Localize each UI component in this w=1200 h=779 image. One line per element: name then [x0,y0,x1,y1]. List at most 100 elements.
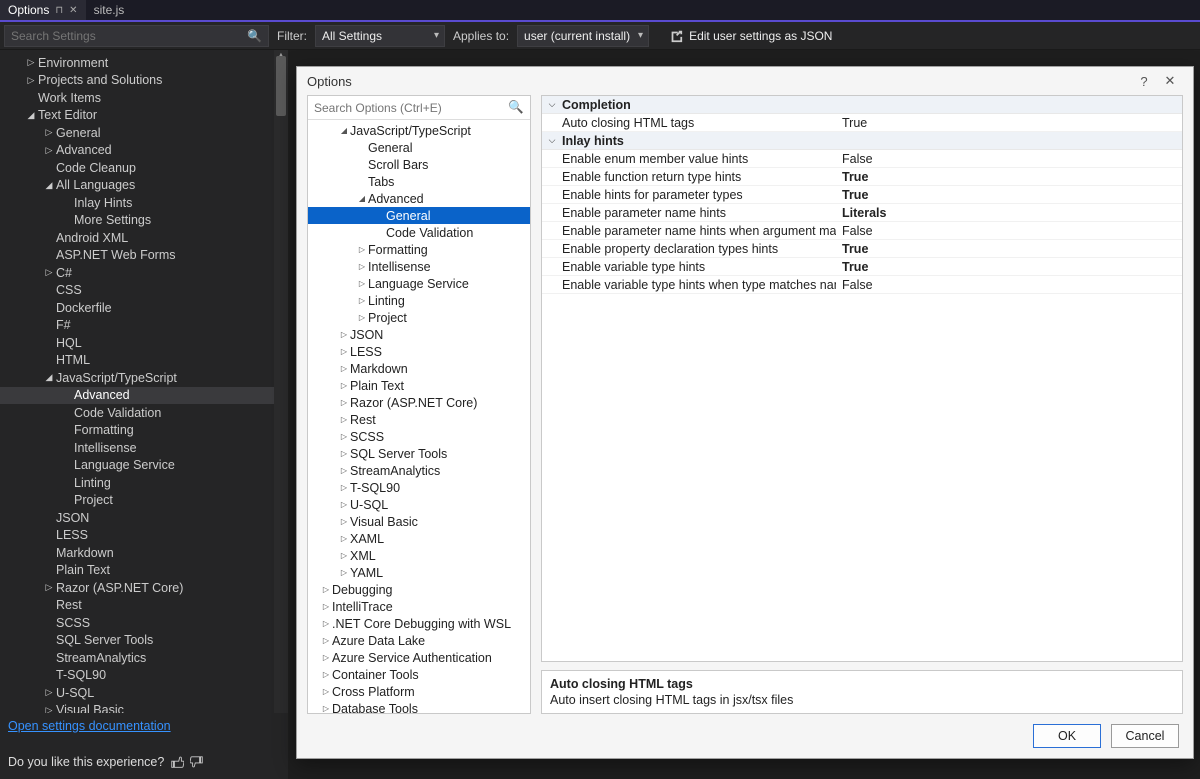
sidebar-item[interactable]: SCSS [0,614,274,632]
dialog-tree-item[interactable]: Scroll Bars [308,156,530,173]
dialog-tree-item[interactable]: ◢Advanced [308,190,530,207]
expander-icon[interactable]: ▷ [338,466,350,475]
dialog-tree-item[interactable]: ▷Plain Text [308,377,530,394]
dialog-tree-item[interactable]: General [308,207,530,224]
expander-icon[interactable]: ▷ [338,398,350,407]
expander-icon[interactable]: ▷ [356,245,368,254]
scroll-thumb[interactable] [276,56,286,116]
tab-sitejs[interactable]: site.js [86,0,133,20]
sidebar-item[interactable]: ◢Text Editor [0,107,274,125]
property-row[interactable]: Enable hints for parameter typesTrue [542,186,1182,204]
close-icon[interactable]: ✕ [69,5,77,16]
expander-icon[interactable]: ◢ [338,126,350,135]
sidebar-item[interactable]: CSS [0,282,274,300]
dialog-tree-item[interactable]: ▷LESS [308,343,530,360]
sidebar-item[interactable]: Dockerfile [0,299,274,317]
expander-icon[interactable]: ▷ [338,347,350,356]
help-button[interactable]: ? [1131,74,1157,89]
property-value[interactable]: True [836,116,1182,130]
dialog-tree-item[interactable]: ▷SQL Server Tools [308,445,530,462]
sidebar-item[interactable]: JSON [0,509,274,527]
close-button[interactable]: ✕ [1157,73,1183,89]
property-row[interactable]: Enable property declaration types hintsT… [542,240,1182,258]
sidebar-item[interactable]: ASP.NET Web Forms [0,247,274,265]
expander-icon[interactable]: ▷ [42,267,56,278]
sidebar-item[interactable]: StreamAnalytics [0,649,274,667]
dialog-tree-item[interactable]: Tabs [308,173,530,190]
sidebar-item[interactable]: T-SQL90 [0,667,274,685]
dialog-tree-item[interactable]: ▷Visual Basic [308,513,530,530]
expander-icon[interactable]: ▷ [320,653,332,662]
expander-icon[interactable]: ▷ [338,330,350,339]
expander-icon[interactable]: ▷ [320,636,332,645]
sidebar-item[interactable]: Code Cleanup [0,159,274,177]
edit-json-link[interactable]: Edit user settings as JSON [669,29,832,43]
sidebar-item[interactable]: ▷C# [0,264,274,282]
dialog-tree-item[interactable]: ▷Formatting [308,241,530,258]
dialog-tree-item[interactable]: ▷Intellisense [308,258,530,275]
dialog-tree-item[interactable]: ◢JavaScript/TypeScript [308,122,530,139]
expander-icon[interactable]: ▷ [42,127,56,138]
sidebar-item[interactable]: F# [0,317,274,335]
dialog-tree-item[interactable]: General [308,139,530,156]
dialog-tree-item[interactable]: ▷Debugging [308,581,530,598]
expander-icon[interactable]: ▷ [356,279,368,288]
sidebar-item[interactable]: ▷Environment [0,54,274,72]
dialog-tree-item[interactable]: ▷Linting [308,292,530,309]
dialog-tree-item[interactable]: ▷Language Service [308,275,530,292]
property-grid[interactable]: ⌵CompletionAuto closing HTML tagsTrue⌵In… [541,95,1183,662]
dialog-tree-item[interactable]: ▷Project [308,309,530,326]
dialog-tree-item[interactable]: ▷T-SQL90 [308,479,530,496]
sidebar-item[interactable]: Intellisense [0,439,274,457]
expander-icon[interactable]: ▷ [320,704,332,713]
search-settings-input[interactable]: 🔍 [4,25,269,47]
expander-icon[interactable]: ◢ [356,194,368,203]
sidebar-tree[interactable]: ▷Environment▷Projects and SolutionsWork … [0,50,274,779]
expander-icon[interactable]: ▷ [338,415,350,424]
dialog-tree-item[interactable]: ▷Database Tools [308,700,530,713]
dialog-tree-item[interactable]: Code Validation [308,224,530,241]
expander-icon[interactable]: ▷ [24,57,38,68]
expander-icon[interactable]: ▷ [356,262,368,271]
thumbs-up-icon[interactable] [170,755,184,769]
filter-dropdown[interactable]: All Settings [315,25,445,47]
property-value[interactable]: True [836,260,1182,274]
property-value[interactable]: True [836,188,1182,202]
dialog-tree-item[interactable]: ▷XML [308,547,530,564]
property-value[interactable]: False [836,278,1182,292]
expander-icon[interactable]: ▷ [42,145,56,156]
sidebar-item[interactable]: Project [0,492,274,510]
sidebar-item[interactable]: ◢All Languages [0,177,274,195]
sidebar-item[interactable]: Plain Text [0,562,274,580]
property-row[interactable]: Enable parameter name hintsLiterals [542,204,1182,222]
dialog-search-input[interactable] [314,101,508,115]
dialog-tree-item[interactable]: ▷StreamAnalytics [308,462,530,479]
dialog-search[interactable]: 🔍 [308,96,530,120]
sidebar-item[interactable]: ▷Advanced [0,142,274,160]
property-value[interactable]: Literals [836,206,1182,220]
property-value[interactable]: False [836,152,1182,166]
sidebar-item[interactable]: Android XML [0,229,274,247]
expander-icon[interactable]: ▷ [320,585,332,594]
property-row[interactable]: Enable function return type hintsTrue [542,168,1182,186]
expander-icon[interactable]: ▷ [338,364,350,373]
dialog-tree-item[interactable]: ▷Markdown [308,360,530,377]
expander-icon[interactable]: ▷ [338,500,350,509]
sidebar-item[interactable]: HTML [0,352,274,370]
expander-icon[interactable]: ▷ [320,602,332,611]
expander-icon[interactable]: ▷ [42,582,56,593]
dialog-tree-item[interactable]: ▷Rest [308,411,530,428]
dialog-tree-item[interactable]: ▷YAML [308,564,530,581]
expander-icon[interactable]: ▷ [338,534,350,543]
property-row[interactable]: Enable parameter name hints when argumen… [542,222,1182,240]
dialog-tree-item[interactable]: ▷Cross Platform [308,683,530,700]
expander-icon[interactable]: ▷ [24,75,38,86]
sidebar-scrollbar[interactable]: ▲ ▼ [274,50,288,779]
property-row[interactable]: Auto closing HTML tagsTrue [542,114,1182,132]
expander-icon[interactable]: ▷ [338,568,350,577]
expander-icon[interactable]: ▷ [338,381,350,390]
dialog-tree-item[interactable]: ▷IntelliTrace [308,598,530,615]
sidebar-item[interactable]: Inlay Hints [0,194,274,212]
dialog-tree-item[interactable]: ▷Razor (ASP.NET Core) [308,394,530,411]
dialog-tree-item[interactable]: ▷Azure Data Lake [308,632,530,649]
